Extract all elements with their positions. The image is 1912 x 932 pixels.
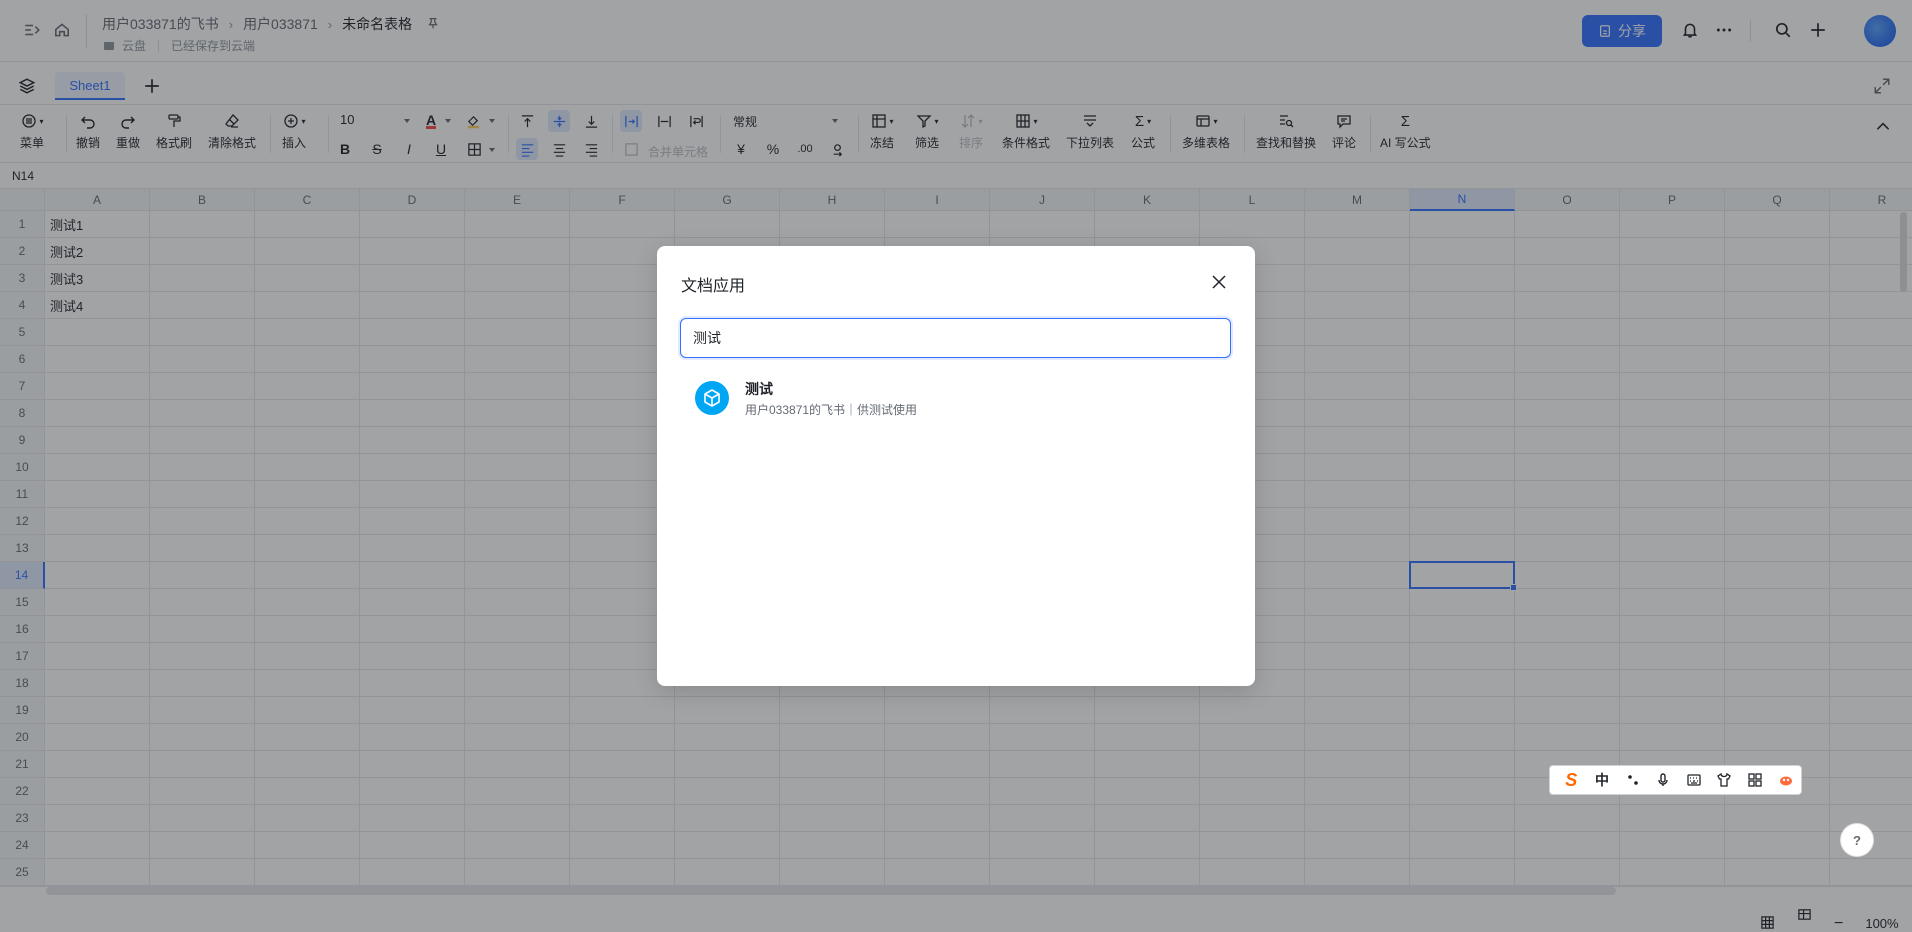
app-result-item[interactable]: 测试 用户033871的飞书｜供测试使用	[681, 368, 1231, 424]
spreadsheet-app: 用户033871的飞书 › 用户033871 › 未命名表格 云盘 已经保存到云…	[0, 0, 1912, 932]
mascot-icon[interactable]	[1770, 765, 1801, 795]
microphone-icon[interactable]	[1648, 765, 1679, 795]
doc-apps-dialog: 文档应用 测试 用户033871的飞书｜供测试使用	[657, 246, 1255, 686]
app-cube-icon	[695, 381, 729, 415]
app-search-field[interactable]	[680, 318, 1231, 358]
dialog-title: 文档应用	[681, 278, 746, 295]
close-icon[interactable]	[1209, 272, 1229, 292]
sogou-logo-icon[interactable]: S	[1556, 765, 1587, 795]
ime-toolbar: S 中	[1549, 765, 1802, 795]
app-result-name: 测试	[745, 381, 773, 397]
app-result-description: 用户033871的飞书｜供测试使用	[745, 403, 918, 417]
skin-shirt-icon[interactable]	[1709, 765, 1740, 795]
punctuation-icon[interactable]	[1617, 765, 1648, 795]
help-button[interactable]: ?	[1840, 823, 1874, 857]
ime-mode-toggle[interactable]: 中	[1587, 765, 1618, 795]
toolbox-grid-icon[interactable]	[1740, 765, 1771, 795]
app-search-input[interactable]	[693, 330, 1218, 346]
keyboard-icon[interactable]	[1679, 765, 1710, 795]
